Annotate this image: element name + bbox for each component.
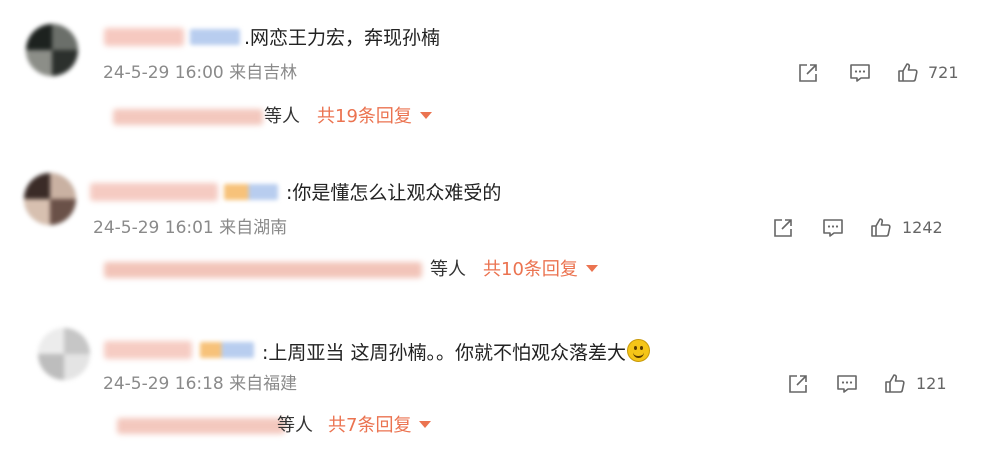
repliers-etc: 等人: [277, 415, 313, 436]
comment-actions: 721: [796, 61, 966, 85]
avatar[interactable]: [38, 328, 90, 380]
user-badge-blurred: [200, 342, 254, 358]
like-count: 721: [928, 63, 959, 82]
view-replies-link[interactable]: 共19条回复: [317, 105, 432, 129]
comment-meta: 24-5-29 16:00 来自吉林: [103, 63, 298, 83]
username-blurred[interactable]: [104, 341, 192, 359]
username-blurred[interactable]: [90, 183, 218, 201]
caret-down-icon: [419, 112, 432, 119]
like-icon[interactable]: [883, 372, 907, 396]
user-badge-blurred: [190, 29, 240, 45]
repliers-etc: 等人: [430, 259, 466, 280]
replier-names-blurred: [117, 418, 285, 434]
comment-item: :你是懂怎么让观众难受的 24-5-29 16:01 来自湖南 1242 等人 …: [0, 150, 993, 300]
share-icon[interactable]: [796, 61, 820, 85]
reply-count-label: 共10条回复: [483, 259, 578, 280]
reply-summary: 等人 共10条回复: [104, 258, 624, 282]
avatar[interactable]: [26, 24, 78, 76]
comment-actions: 121: [786, 372, 966, 396]
comment-icon[interactable]: [821, 216, 845, 240]
username-blurred[interactable]: [104, 28, 184, 46]
comment-text: .网恋王力宏，奔现孙楠: [244, 27, 441, 49]
replier-names-blurred: [113, 109, 263, 125]
like-count: 121: [916, 374, 947, 393]
smile-emoji-icon: [626, 339, 650, 362]
comment-icon[interactable]: [848, 61, 872, 85]
like-count: 1242: [902, 218, 943, 237]
like-icon[interactable]: [869, 216, 893, 240]
view-replies-link[interactable]: 共7条回复: [328, 414, 432, 438]
comment-text: :你是懂怎么让观众难受的: [286, 182, 502, 204]
like-icon[interactable]: [896, 61, 920, 85]
share-icon[interactable]: [771, 216, 795, 240]
replier-names-blurred: [104, 262, 422, 278]
comment-item: .网恋王力宏，奔现孙楠 24-5-29 16:00 来自吉林 721 等人 共1…: [0, 0, 993, 150]
comment-meta: 24-5-29 16:18 来自福建: [103, 374, 298, 394]
avatar[interactable]: [24, 173, 76, 225]
caret-down-icon: [585, 265, 598, 272]
reply-summary: 等人 共19条回复: [113, 105, 453, 129]
comment-actions: 1242: [771, 216, 971, 240]
repliers-etc: 等人: [264, 106, 300, 127]
comment-meta: 24-5-29 16:01 来自湖南: [93, 218, 288, 238]
comment-text: :上周亚当 这周孙楠。。你就不怕观众落差大: [262, 339, 650, 365]
reply-summary: 等人 共7条回复: [117, 414, 457, 438]
comment-item: :上周亚当 这周孙楠。。你就不怕观众落差大 24-5-29 16:18 来自福建…: [0, 300, 993, 456]
caret-down-icon: [419, 421, 432, 428]
comment-icon[interactable]: [835, 372, 859, 396]
comment-text-body: :上周亚当 这周孙楠。。你就不怕观众落差大: [262, 342, 626, 364]
reply-count-label: 共7条回复: [328, 415, 412, 436]
share-icon[interactable]: [786, 372, 810, 396]
reply-count-label: 共19条回复: [317, 106, 412, 127]
view-replies-link[interactable]: 共10条回复: [483, 258, 598, 282]
user-badge-blurred: [224, 184, 278, 200]
